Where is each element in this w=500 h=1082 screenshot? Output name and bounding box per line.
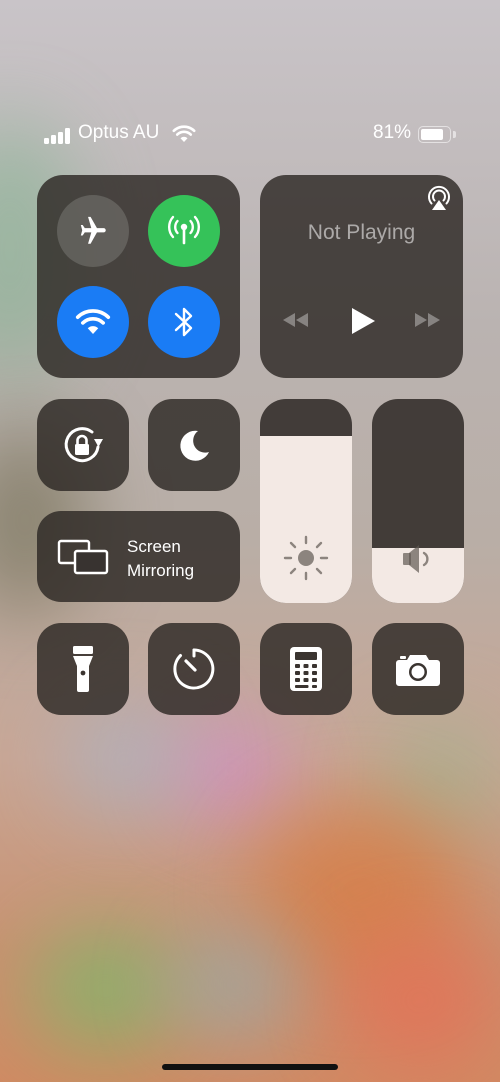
fast-forward-icon[interactable] bbox=[413, 311, 443, 329]
wifi-icon bbox=[75, 309, 111, 334]
rotation-lock-icon bbox=[64, 427, 103, 463]
calculator-button[interactable] bbox=[260, 623, 352, 715]
flashlight-icon bbox=[73, 646, 93, 692]
camera-icon bbox=[396, 655, 440, 686]
flashlight-button[interactable] bbox=[37, 623, 129, 715]
screen-mirroring-label-line1: Screen bbox=[127, 537, 181, 556]
connectivity-module bbox=[37, 175, 240, 378]
screen-mirroring-button[interactable]: Screen Mirroring bbox=[37, 511, 240, 602]
screen-mirroring-label: Screen Mirroring bbox=[127, 535, 194, 583]
timer-icon bbox=[173, 648, 215, 690]
airplane-mode-button[interactable] bbox=[57, 195, 129, 267]
moon-icon bbox=[180, 430, 209, 461]
battery-tip bbox=[453, 131, 456, 138]
battery-percentage: 81% bbox=[373, 122, 412, 143]
antenna-icon bbox=[168, 215, 200, 245]
cellular-data-button[interactable] bbox=[148, 195, 220, 267]
timer-button[interactable] bbox=[148, 623, 240, 715]
brightness-slider[interactable] bbox=[260, 399, 352, 603]
screen-mirroring-label-line2: Mirroring bbox=[127, 561, 195, 580]
signal-strength-icon bbox=[44, 128, 70, 144]
bluetooth-button[interactable] bbox=[148, 286, 220, 358]
rewind-icon[interactable] bbox=[280, 311, 310, 329]
wifi-button[interactable] bbox=[57, 286, 129, 358]
battery-icon bbox=[418, 126, 451, 143]
now-playing-status: Not Playing bbox=[307, 221, 416, 244]
rotation-lock-button[interactable] bbox=[37, 399, 129, 491]
volume-slider[interactable] bbox=[372, 399, 464, 603]
home-indicator[interactable] bbox=[162, 1064, 338, 1070]
airplay-icon[interactable] bbox=[425, 185, 453, 213]
screen-mirroring-icon bbox=[57, 539, 109, 575]
bluetooth-icon bbox=[174, 307, 193, 337]
calculator-icon bbox=[290, 647, 322, 691]
airplane-icon bbox=[80, 216, 106, 244]
do-not-disturb-button[interactable] bbox=[148, 399, 240, 491]
wifi-status-icon bbox=[172, 125, 196, 142]
play-icon[interactable] bbox=[349, 306, 377, 336]
speaker-icon bbox=[403, 545, 429, 573]
brightness-sun-icon bbox=[283, 535, 329, 581]
now-playing-module[interactable]: Not Playing bbox=[260, 175, 463, 378]
camera-button[interactable] bbox=[372, 623, 464, 715]
carrier-name: Optus AU bbox=[78, 122, 160, 143]
